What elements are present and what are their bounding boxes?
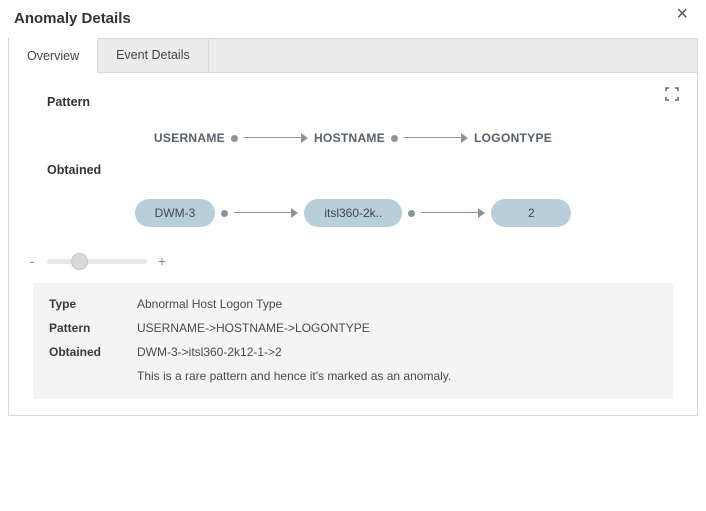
details-label-pattern: Pattern — [49, 321, 137, 335]
close-icon[interactable]: × — [672, 4, 692, 24]
arrow-icon — [244, 133, 308, 143]
zoom-in-button[interactable]: + — [157, 253, 167, 269]
obtained-node-1[interactable]: DWM-3 — [135, 199, 216, 227]
details-label-type: Type — [49, 297, 137, 311]
dot-icon — [221, 210, 228, 217]
pattern-section-title: Pattern — [47, 95, 673, 109]
arrow-icon — [234, 208, 298, 218]
obtained-node-3[interactable]: 2 — [491, 199, 571, 227]
zoom-slider-thumb[interactable] — [71, 253, 88, 270]
details-value-obtained: DWM-3->itsl360-2k12-1->2 — [137, 345, 282, 359]
tab-overview[interactable]: Overview — [9, 38, 98, 72]
details-row-pattern: Pattern USERNAME->HOSTNAME->LOGONTYPE — [49, 321, 657, 335]
arrow-icon — [404, 133, 468, 143]
obtained-flow: DWM-3 itsl360-2k.. 2 — [33, 199, 673, 227]
pattern-node-username: USERNAME — [154, 131, 225, 145]
expand-icon[interactable] — [665, 87, 679, 101]
arrow-icon — [421, 208, 485, 218]
dot-icon — [391, 135, 398, 142]
dialog-title: Anomaly Details — [14, 10, 131, 27]
pattern-node-logontype: LOGONTYPE — [474, 131, 552, 145]
dot-icon — [408, 210, 415, 217]
pattern-flow: USERNAME HOSTNAME LOGONTYPE — [33, 131, 673, 145]
details-row-type: Type Abnormal Host Logon Type — [49, 297, 657, 311]
details-description: This is a rare pattern and hence it's ma… — [137, 369, 657, 383]
details-value-type: Abnormal Host Logon Type — [137, 297, 282, 311]
obtained-node-2[interactable]: itsl360-2k.. — [304, 199, 402, 227]
tab-bar: Overview Event Details — [8, 38, 698, 73]
zoom-slider-track[interactable] — [47, 259, 147, 264]
details-box: Type Abnormal Host Logon Type Pattern US… — [33, 283, 673, 399]
details-label-obtained: Obtained — [49, 345, 137, 359]
zoom-out-button[interactable]: - — [27, 253, 37, 269]
overview-panel: Pattern USERNAME HOSTNAME LOGONTYPE Obta… — [8, 73, 698, 416]
obtained-section-title: Obtained — [47, 163, 673, 177]
dot-icon — [231, 135, 238, 142]
details-row-obtained: Obtained DWM-3->itsl360-2k12-1->2 — [49, 345, 657, 359]
pattern-node-hostname: HOSTNAME — [314, 131, 385, 145]
tab-event-details[interactable]: Event Details — [98, 39, 209, 72]
zoom-slider: - + — [27, 253, 673, 269]
details-value-pattern: USERNAME->HOSTNAME->LOGONTYPE — [137, 321, 370, 335]
